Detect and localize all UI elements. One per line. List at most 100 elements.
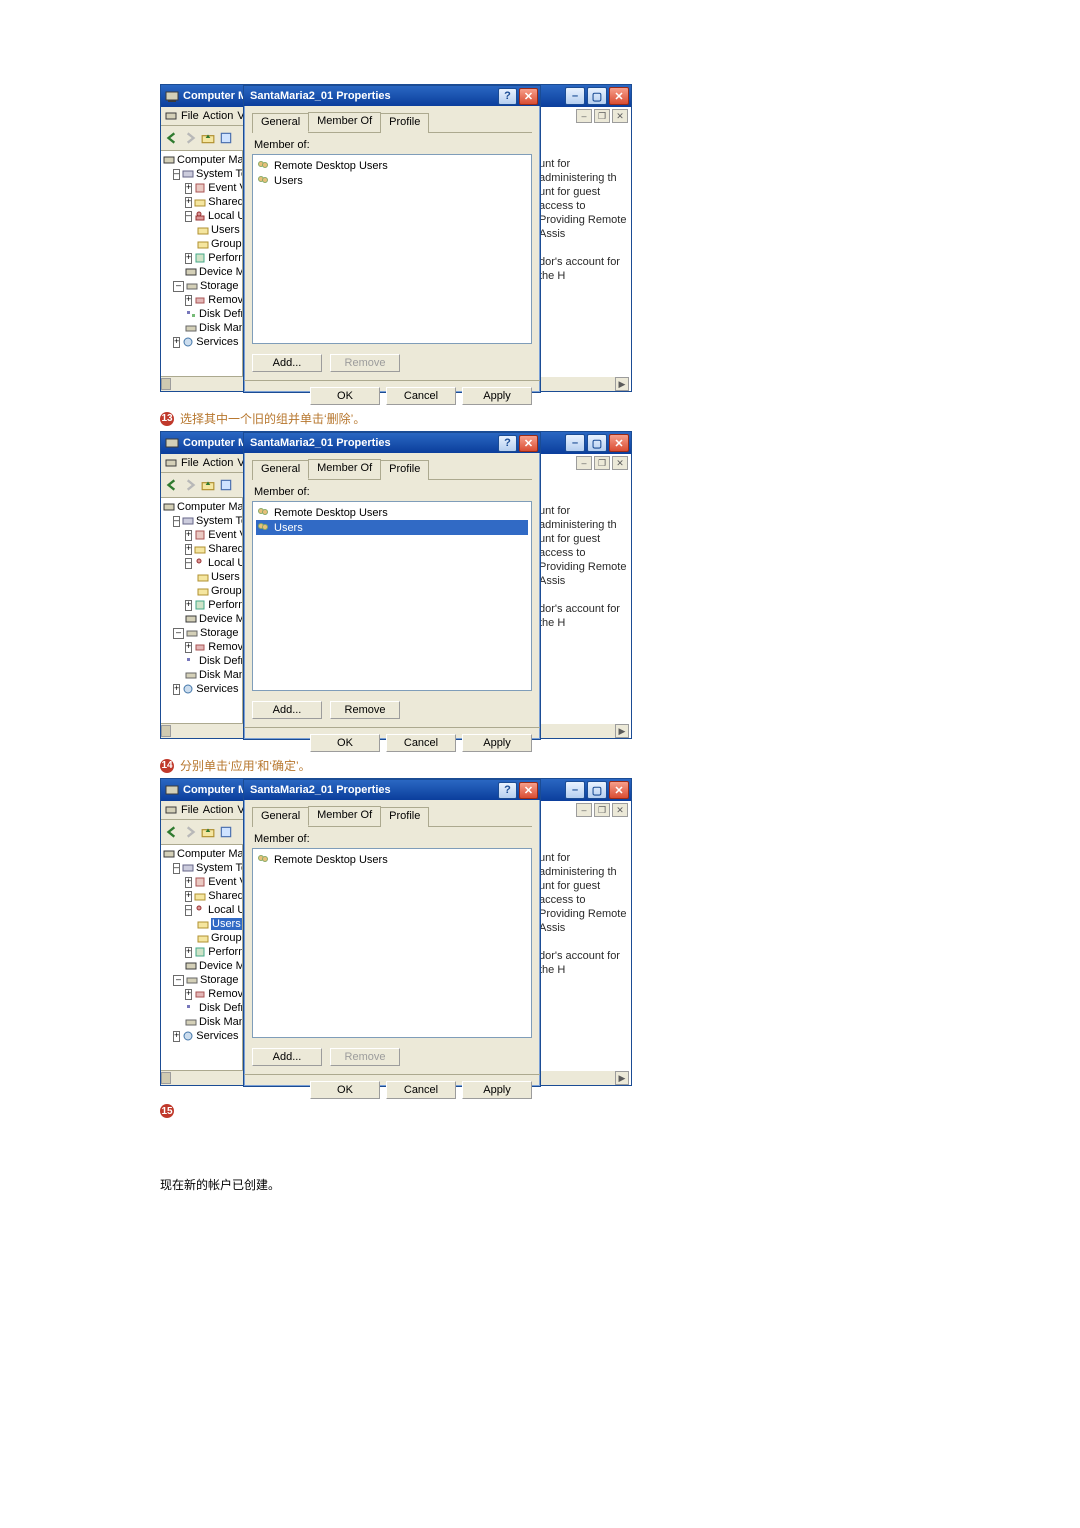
tree-services[interactable]: Services and A	[196, 1030, 243, 1042]
tab-profile[interactable]: Profile	[380, 113, 429, 133]
tree-disk-management[interactable]: Disk Manag	[199, 1016, 243, 1028]
up-folder-icon[interactable]	[201, 478, 215, 492]
tree-root[interactable]: Computer Manager	[177, 848, 243, 860]
ok-button[interactable]: OK	[310, 1081, 380, 1099]
tree-performance[interactable]: Performanc	[208, 252, 243, 264]
add-button[interactable]: Add...	[252, 354, 322, 372]
tree-storage[interactable]: Storage	[200, 627, 239, 639]
cancel-button[interactable]: Cancel	[386, 387, 456, 405]
tree-local-users[interactable]: Local Users	[208, 557, 243, 569]
tree-expander[interactable]: –	[185, 211, 192, 222]
nav-back-icon[interactable]	[165, 131, 179, 145]
tab-member-of[interactable]: Member Of	[308, 459, 381, 479]
tree-expander[interactable]: +	[185, 197, 192, 208]
close-button[interactable]: ✕	[609, 434, 629, 452]
tree-removable[interactable]: Removable	[208, 294, 243, 306]
tree-services[interactable]: Services and A	[196, 336, 243, 348]
mmc-tree[interactable]: Computer Manager –System Tools +Event Vi…	[161, 151, 243, 376]
member-list[interactable]: Remote Desktop Users Users	[252, 501, 532, 691]
minimize-button[interactable]: –	[565, 781, 585, 799]
tree-groups[interactable]: Groups	[211, 932, 243, 944]
tree-local-users[interactable]: Local Users	[208, 904, 243, 916]
maximize-button[interactable]: ▢	[587, 781, 607, 799]
nav-fwd-icon[interactable]	[183, 478, 197, 492]
tree-event-viewer[interactable]: Event View	[208, 876, 243, 888]
tree-groups[interactable]: Groups	[211, 585, 243, 597]
menu-action[interactable]: Action	[203, 804, 234, 816]
tree-disk-defrag[interactable]: Disk Defrag	[199, 1002, 243, 1014]
tree-event-viewer[interactable]: Event View	[208, 529, 243, 541]
tree-system-tools[interactable]: System Tools	[196, 515, 243, 527]
child-close-icon[interactable]: ✕	[612, 803, 628, 817]
tree-performance[interactable]: Performanc	[208, 946, 243, 958]
tree-root[interactable]: Computer Manager	[177, 501, 243, 513]
tab-member-of[interactable]: Member Of	[308, 806, 381, 826]
remove-button[interactable]: Remove	[330, 354, 400, 372]
remove-button[interactable]: Remove	[330, 701, 400, 719]
tree-shared-folders[interactable]: Shared Fol	[208, 543, 243, 555]
tree-services[interactable]: Services and A	[196, 683, 243, 695]
tree-expander[interactable]: +	[185, 183, 192, 194]
close-button[interactable]: ✕	[609, 87, 629, 105]
up-folder-icon[interactable]	[201, 131, 215, 145]
tab-general[interactable]: General	[252, 460, 309, 480]
list-item-label[interactable]: Remote Desktop Users	[274, 507, 388, 519]
dialog-close-button[interactable]: ✕	[519, 88, 538, 105]
tree-users[interactable]: Users	[211, 224, 240, 236]
tab-profile[interactable]: Profile	[380, 807, 429, 827]
tree-disk-defrag[interactable]: Disk Defrag	[199, 655, 243, 667]
cancel-button[interactable]: Cancel	[386, 1081, 456, 1099]
child-minimize-icon[interactable]: –	[576, 803, 592, 817]
tree-storage[interactable]: Storage	[200, 280, 239, 292]
child-minimize-icon[interactable]: –	[576, 109, 592, 123]
help-button[interactable]: ?	[498, 88, 517, 105]
tree-removable[interactable]: Removable	[208, 641, 243, 653]
help-button[interactable]: ?	[498, 782, 517, 799]
tree-expander[interactable]: +	[185, 253, 192, 264]
tree-local-users[interactable]: Local Users	[208, 210, 243, 222]
add-button[interactable]: Add...	[252, 1048, 322, 1066]
up-folder-icon[interactable]	[201, 825, 215, 839]
add-button[interactable]: Add...	[252, 701, 322, 719]
tree-expander[interactable]: +	[173, 337, 180, 348]
tree-expander[interactable]: +	[185, 295, 192, 306]
mmc-tree[interactable]: Computer Manager –System Tools +Event Vi…	[161, 498, 243, 723]
tree-users-selected[interactable]: Users	[211, 918, 242, 930]
dialog-close-button[interactable]: ✕	[519, 435, 538, 452]
apply-button[interactable]: Apply	[462, 1081, 532, 1099]
tab-profile[interactable]: Profile	[380, 460, 429, 480]
member-list[interactable]: Remote Desktop Users Users	[252, 154, 532, 344]
tree-event-viewer[interactable]: Event View	[208, 182, 243, 194]
child-restore-icon[interactable]: ❐	[594, 803, 610, 817]
ok-button[interactable]: OK	[310, 734, 380, 752]
mmc-tree[interactable]: Computer Manager –System Tools +Event Vi…	[161, 845, 243, 1070]
menu-file[interactable]: File	[181, 804, 199, 816]
properties-icon[interactable]	[219, 478, 233, 492]
list-item-label[interactable]: Remote Desktop Users	[274, 160, 388, 172]
child-minimize-icon[interactable]: –	[576, 456, 592, 470]
tree-system-tools[interactable]: System Tools	[196, 168, 243, 180]
menu-action[interactable]: Action	[203, 457, 234, 469]
dialog-close-button[interactable]: ✕	[519, 782, 538, 799]
tree-disk-management[interactable]: Disk Manag	[199, 322, 243, 334]
hscroll-right-stub[interactable]: ▶	[539, 377, 629, 391]
ok-button[interactable]: OK	[310, 387, 380, 405]
minimize-button[interactable]: –	[565, 434, 585, 452]
nav-fwd-icon[interactable]	[183, 131, 197, 145]
tree-shared-folders[interactable]: Shared Fol	[208, 196, 243, 208]
tree-users[interactable]: Users	[211, 571, 240, 583]
remove-button[interactable]: Remove	[330, 1048, 400, 1066]
menu-action[interactable]: Action	[203, 110, 234, 122]
tree-expander[interactable]: –	[173, 281, 184, 292]
properties-icon[interactable]	[219, 825, 233, 839]
tree-groups[interactable]: Groups	[211, 238, 243, 250]
help-button[interactable]: ?	[498, 435, 517, 452]
list-item-label[interactable]: Users	[274, 175, 303, 187]
tree-removable[interactable]: Removable	[208, 988, 243, 1000]
tab-general[interactable]: General	[252, 807, 309, 827]
apply-button[interactable]: Apply	[462, 734, 532, 752]
hscroll-left-stub[interactable]	[161, 376, 243, 391]
tree-system-tools[interactable]: System Tools	[196, 862, 243, 874]
list-item-label[interactable]: Users	[274, 522, 303, 534]
properties-icon[interactable]	[219, 131, 233, 145]
